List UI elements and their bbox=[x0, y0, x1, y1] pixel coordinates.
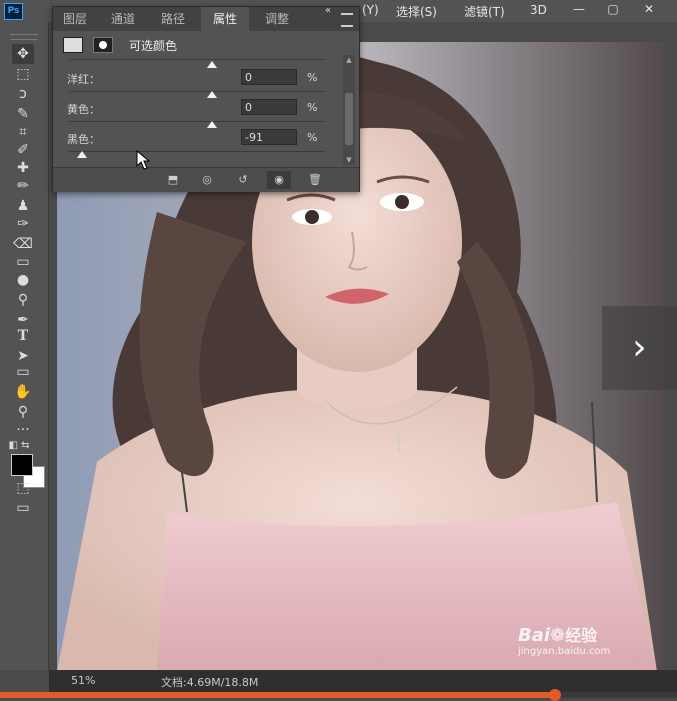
eyedropper-tool-icon[interactable]: ✐ bbox=[12, 140, 34, 160]
blur-tool-icon[interactable]: ● bbox=[12, 270, 34, 290]
panel-scrollbar[interactable]: ▲ ▼ bbox=[343, 55, 355, 165]
scroll-thumb[interactable] bbox=[345, 93, 353, 145]
visibility-eye-icon[interactable]: ◉ bbox=[267, 171, 291, 189]
menu-window[interactable]: (Y) bbox=[362, 3, 379, 17]
menu-select[interactable]: 选择(S) bbox=[396, 3, 437, 20]
magenta-input[interactable] bbox=[241, 69, 297, 85]
panel-grip[interactable] bbox=[10, 34, 38, 40]
next-slide-button[interactable]: › bbox=[602, 306, 677, 390]
black-label: 黑色： bbox=[67, 133, 100, 146]
paw-icon: ❁ bbox=[550, 625, 566, 646]
magenta-slider-track[interactable] bbox=[69, 91, 325, 92]
zoom-level[interactable]: 51% bbox=[71, 674, 95, 687]
panel-menu-icon[interactable] bbox=[341, 13, 353, 27]
magenta-label: 洋红： bbox=[67, 73, 100, 86]
black-slider-track[interactable] bbox=[69, 151, 325, 152]
cyan-slider-knob[interactable] bbox=[207, 61, 218, 68]
video-progress-handle[interactable] bbox=[549, 689, 562, 701]
watermark-url: jingyan.baidu.com bbox=[518, 646, 611, 657]
scroll-down-icon[interactable]: ▼ bbox=[344, 155, 354, 165]
watermark-brand: Bai bbox=[518, 625, 551, 646]
panel-header: 可选颜色 bbox=[53, 33, 359, 55]
panel-title: 可选颜色 bbox=[129, 39, 178, 53]
black-unit: % bbox=[307, 131, 318, 144]
tab-channels[interactable]: 通道 bbox=[101, 7, 145, 31]
close-icon[interactable]: ✕ bbox=[640, 2, 658, 18]
history-brush-tool-icon[interactable]: ✑ bbox=[12, 214, 34, 234]
screen-mode-icon[interactable]: ▭ bbox=[12, 498, 34, 518]
menu-3d[interactable]: 3D bbox=[530, 3, 547, 17]
video-progress-fill bbox=[0, 692, 556, 698]
lasso-tool-icon[interactable]: ↄ bbox=[12, 84, 34, 104]
view-previous-state-icon[interactable]: ◎ bbox=[195, 171, 219, 189]
tab-layers[interactable]: 图层 bbox=[53, 7, 97, 31]
tab-adjustments[interactable]: 调整 bbox=[255, 7, 299, 31]
panel-footer: ⬒ ◎ ↺ ◉ 🗑 bbox=[53, 167, 359, 192]
tab-properties[interactable]: 属性 bbox=[201, 7, 249, 31]
default-colors-icon[interactable]: ◧ ⇆ bbox=[8, 436, 30, 456]
yellow-slider-track[interactable] bbox=[69, 121, 325, 122]
reset-icon[interactable]: ↺ bbox=[231, 171, 255, 189]
black-input[interactable] bbox=[241, 129, 297, 145]
gradient-tool-icon[interactable]: ▭ bbox=[12, 252, 34, 272]
black-slider-knob[interactable] bbox=[76, 151, 87, 158]
minimize-icon[interactable]: — bbox=[570, 2, 588, 18]
baidu-watermark: Bai❁经验 jingyan.baidu.com bbox=[518, 622, 610, 657]
layer-mask-icon[interactable] bbox=[93, 37, 113, 53]
scroll-up-icon[interactable]: ▲ bbox=[344, 55, 354, 65]
photoshop-logo: Ps bbox=[4, 3, 23, 20]
eraser-tool-icon[interactable]: ⌫ bbox=[12, 234, 34, 254]
status-bar: 51% 文档:4.69M/18.8M bbox=[49, 670, 677, 692]
adjustment-layer-icon[interactable] bbox=[63, 37, 83, 53]
zoom-tool-icon[interactable]: ⚲ bbox=[12, 402, 34, 422]
tools-panel: ✥ ⬚ ↄ ✎ ⌗ ✐ ✚ ✏ ♟ ✑ ⌫ ▭ ● ⚲ ✒ T ➤ ▭ ✋ ⚲ … bbox=[0, 22, 49, 670]
panel-tab-bar: 图层 通道 路径 属性 调整 « bbox=[53, 5, 359, 31]
brush-tool-icon[interactable]: ✏ bbox=[12, 176, 34, 196]
foreground-color-swatch[interactable] bbox=[11, 454, 33, 476]
yellow-unit: % bbox=[307, 101, 318, 114]
magenta-slider-knob[interactable] bbox=[207, 91, 218, 98]
magenta-unit: % bbox=[307, 71, 318, 84]
menu-filter[interactable]: 滤镜(T) bbox=[464, 3, 505, 20]
delete-trash-icon[interactable]: 🗑 bbox=[303, 171, 327, 189]
dodge-tool-icon[interactable]: ⚲ bbox=[12, 290, 34, 310]
maximize-icon[interactable]: ▢ bbox=[604, 2, 622, 18]
hand-tool-icon[interactable]: ✋ bbox=[12, 382, 34, 402]
video-progress-bar[interactable] bbox=[0, 689, 677, 701]
stamp-tool-icon[interactable]: ♟ bbox=[12, 196, 34, 216]
properties-panel: 图层 通道 路径 属性 调整 « 可选颜色 洋红： % 黄色： % 黑色： % … bbox=[52, 5, 360, 192]
document-size: 文档:4.69M/18.8M bbox=[161, 676, 259, 689]
marquee-tool-icon[interactable]: ⬚ bbox=[12, 64, 34, 84]
yellow-slider-knob[interactable] bbox=[207, 121, 218, 128]
quick-mask-icon[interactable]: ⬚ bbox=[12, 478, 34, 498]
quick-select-tool-icon[interactable]: ✎ bbox=[12, 104, 34, 124]
cyan-slider-track[interactable] bbox=[69, 59, 325, 60]
yellow-input[interactable] bbox=[241, 99, 297, 115]
type-tool-icon[interactable]: T bbox=[12, 326, 34, 346]
watermark-brand-cn: 经验 bbox=[565, 626, 598, 645]
tab-paths[interactable]: 路径 bbox=[151, 7, 195, 31]
move-tool-icon[interactable]: ✥ bbox=[12, 44, 34, 64]
collapse-panel-icon[interactable]: « bbox=[325, 5, 331, 16]
crop-tool-icon[interactable]: ⌗ bbox=[12, 122, 34, 142]
yellow-label: 黄色： bbox=[67, 103, 100, 116]
rectangle-tool-icon[interactable]: ▭ bbox=[12, 362, 34, 382]
healing-tool-icon[interactable]: ✚ bbox=[12, 158, 34, 178]
mouse-cursor-icon bbox=[136, 150, 151, 170]
clip-to-layer-icon[interactable]: ⬒ bbox=[161, 171, 185, 189]
